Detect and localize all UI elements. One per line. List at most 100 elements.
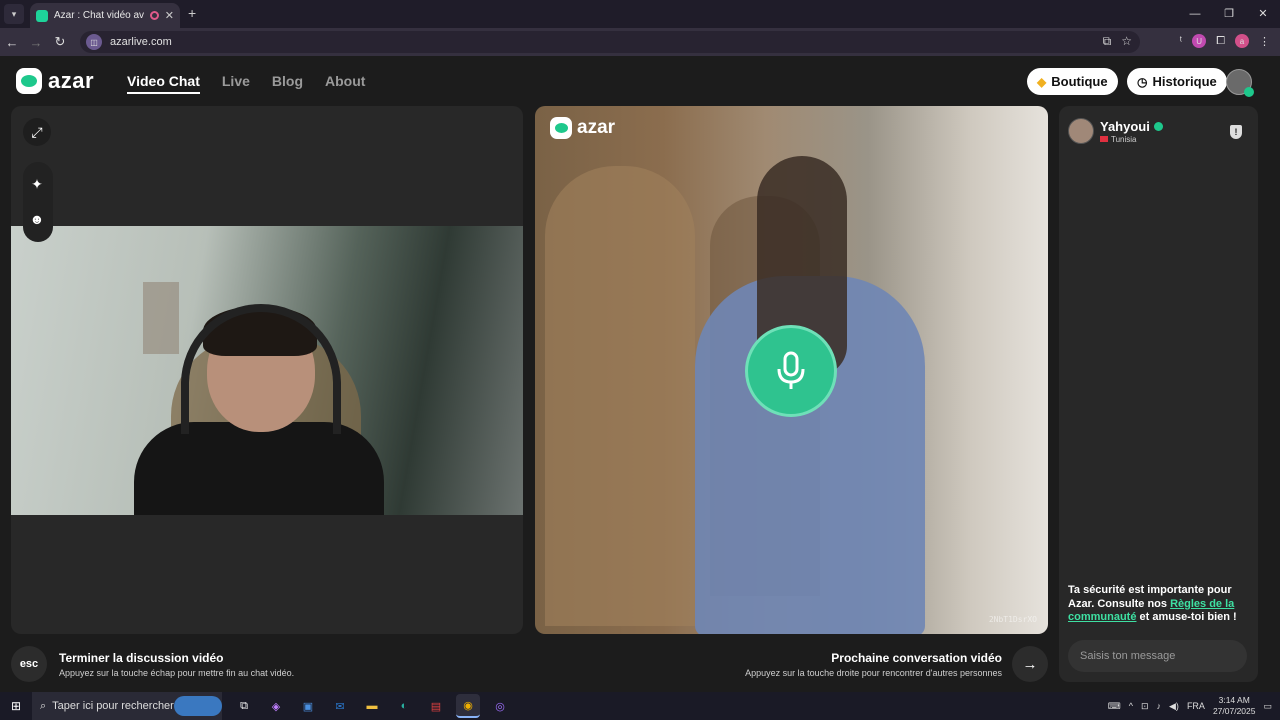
clock[interactable]: 3:14 AM 27/07/2025 bbox=[1213, 695, 1256, 717]
window-controls: — ❐ ✕ bbox=[1178, 0, 1280, 28]
browser-tab[interactable]: Azar : Chat vidéo avec de n ✕ bbox=[30, 3, 180, 28]
expand-icon[interactable]: ⤢ bbox=[23, 118, 51, 146]
tab-close-icon[interactable]: ✕ bbox=[165, 9, 174, 22]
nav-live[interactable]: Live bbox=[222, 73, 250, 94]
profile-avatar-icon[interactable]: a bbox=[1235, 34, 1249, 48]
forward-arrow-icon[interactable]: → bbox=[24, 35, 48, 50]
clock-time: 3:14 AM bbox=[1218, 695, 1250, 705]
copilot-icon[interactable]: ◈ bbox=[264, 694, 288, 718]
browser-menu-icon[interactable]: ⋮ bbox=[1259, 35, 1270, 48]
close-icon[interactable]: ✕ bbox=[1246, 0, 1280, 28]
extensions-area: ᵗ U ⧠ a ⋮ bbox=[1180, 34, 1270, 48]
recording-icon bbox=[149, 11, 159, 20]
install-app-icon[interactable]: ⧉ bbox=[1103, 34, 1112, 49]
partner-video-panel: azar 2NbT1DsrXO bbox=[535, 106, 1048, 634]
esc-key-button[interactable]: esc bbox=[11, 646, 47, 682]
clock-date: 27/07/2025 bbox=[1212, 706, 1256, 716]
minimize-icon[interactable]: — bbox=[1178, 0, 1212, 28]
system-tray: ⌨ ^ ⊡ ♪ ◀) FRA 3:14 AM 27/07/2025 ▭ bbox=[1108, 692, 1280, 720]
site-header: azar Video Chat Live Blog About ◆ Boutiq… bbox=[0, 56, 1280, 106]
network-icon[interactable]: ⊡ bbox=[1141, 701, 1149, 712]
main-nav: Video Chat Live Blog About bbox=[127, 73, 365, 94]
app-icon[interactable]: ▤ bbox=[424, 694, 448, 718]
tab-list-chevron-icon[interactable]: ▾ bbox=[4, 4, 24, 24]
microphone-icon[interactable] bbox=[745, 325, 837, 417]
site-info-icon[interactable]: ◫ bbox=[86, 34, 102, 50]
task-view-icon[interactable]: ⧉ bbox=[232, 694, 256, 718]
end-chat-title: Terminer la discussion vidéo bbox=[59, 650, 224, 665]
search-placeholder: Taper ici pour rechercher bbox=[52, 700, 174, 712]
azar-favicon-icon bbox=[36, 9, 48, 22]
bookmark-star-icon[interactable]: ☆ bbox=[1121, 34, 1132, 49]
watermark-text: azar bbox=[577, 117, 616, 138]
partner-azar-watermark: azar bbox=[550, 117, 615, 139]
file-explorer-icon[interactable]: ▬ bbox=[360, 694, 384, 718]
recorder-icon[interactable]: ◎ bbox=[488, 694, 512, 718]
new-tab-plus-icon[interactable]: + bbox=[188, 5, 196, 21]
self-video-panel: ⤢ ✦ ☻ bbox=[11, 106, 523, 634]
taskbar-search[interactable]: ⌕ Taper ici pour rechercher bbox=[32, 692, 222, 720]
restore-icon[interactable]: ❐ bbox=[1212, 0, 1246, 28]
room-id: 2NbT1DsrXO bbox=[988, 615, 1037, 624]
azar-logo-icon bbox=[550, 117, 572, 139]
windows-start-icon[interactable]: ⊞ bbox=[0, 699, 32, 713]
gem-icon: ◆ bbox=[1037, 74, 1047, 89]
peer-country: Tunisia bbox=[1111, 134, 1137, 144]
next-chat-title: Prochaine conversation vidéo bbox=[831, 650, 1002, 665]
avatar-status-badge bbox=[1244, 87, 1254, 97]
safety-notice: Ta sécurité est importante pour Azar. Co… bbox=[1068, 584, 1248, 625]
edge-icon[interactable]: ◐ bbox=[392, 694, 416, 718]
end-chat-control[interactable]: esc Terminer la discussion vidéo Appuyez… bbox=[11, 646, 294, 682]
windows-taskbar: ⊞ ⌕ Taper ici pour rechercher ⧉ ◈ ▣ ✉ ▬ … bbox=[0, 692, 1280, 720]
message-input[interactable]: Saisis ton message bbox=[1068, 640, 1247, 672]
omnibox-actions: ⧉ ☆ bbox=[1103, 34, 1132, 49]
tab-title: Azar : Chat vidéo avec de n bbox=[54, 10, 144, 21]
store-icon[interactable]: ▣ bbox=[296, 694, 320, 718]
microphone-tray-icon[interactable]: ♪ bbox=[1157, 701, 1162, 711]
extensions-puzzle-icon[interactable]: ⧠ bbox=[1216, 35, 1225, 48]
chrome-icon[interactable]: ◉ bbox=[456, 694, 480, 718]
notifications-icon[interactable]: ▭ bbox=[1263, 701, 1272, 712]
reload-icon[interactable]: ↻ bbox=[48, 34, 72, 50]
user-avatar[interactable] bbox=[1226, 69, 1254, 97]
historique-button[interactable]: ◷ Historique bbox=[1127, 68, 1227, 95]
tunisia-flag-icon bbox=[1100, 136, 1108, 142]
report-shield-icon[interactable]: ! bbox=[1230, 125, 1242, 139]
self-camera-feed bbox=[11, 226, 523, 515]
browser-tabbar: ▾ Azar : Chat vidéo avec de n ✕ + — ❐ ✕ bbox=[0, 0, 1280, 28]
next-chat-control[interactable]: Prochaine conversation vidéo Appuyez sur… bbox=[745, 646, 1048, 682]
next-arrow-icon[interactable]: → bbox=[1012, 646, 1048, 682]
nav-about[interactable]: About bbox=[325, 73, 365, 94]
language-indicator[interactable]: FRA bbox=[1187, 701, 1205, 711]
end-chat-hint: Appuyez sur la touche échap pour mettre … bbox=[59, 667, 295, 678]
boutique-label: Boutique bbox=[1051, 74, 1108, 89]
extension-u-icon[interactable]: U bbox=[1192, 34, 1207, 48]
peer-avatar bbox=[1068, 118, 1094, 144]
nav-blog[interactable]: Blog bbox=[272, 73, 303, 94]
boutique-button[interactable]: ◆ Boutique bbox=[1027, 68, 1118, 95]
clock-icon: ◷ bbox=[1137, 74, 1148, 89]
volume-icon[interactable]: ◀) bbox=[1169, 701, 1179, 712]
search-highlight-image bbox=[174, 696, 222, 716]
azar-app: azar Video Chat Live Blog About ◆ Boutiq… bbox=[0, 56, 1280, 692]
outlook-icon[interactable]: ✉ bbox=[328, 694, 352, 718]
taskbar-apps: ⧉ ◈ ▣ ✉ ▬ ◐ ▤ ◉ ◎ bbox=[232, 694, 512, 718]
historique-label: Historique bbox=[1152, 74, 1217, 89]
back-arrow-icon[interactable]: ← bbox=[0, 35, 24, 50]
sparkle-effects-icon[interactable]: ✦ bbox=[23, 170, 51, 198]
azar-logo-icon bbox=[16, 68, 42, 94]
show-hidden-icons-chevron-icon[interactable]: ^ bbox=[1129, 701, 1133, 711]
address-bar[interactable]: ◫ azarlive.com ⧉ ☆ bbox=[80, 31, 1140, 53]
extension-icon[interactable]: ᵗ bbox=[1180, 35, 1182, 47]
search-icon: ⌕ bbox=[40, 699, 47, 712]
azar-logo[interactable]: azar bbox=[16, 68, 94, 94]
next-chat-hint: Appuyez sur la touche droite pour rencon… bbox=[745, 667, 1002, 678]
safety-text-end: et amuse-toi bien ! bbox=[1136, 611, 1237, 623]
face-filter-icon[interactable]: ☻ bbox=[23, 205, 51, 233]
logo-text: azar bbox=[48, 68, 95, 93]
chat-panel: Yahyoui Tunisia ! Ta sécurité est import… bbox=[1059, 106, 1258, 682]
verified-icon bbox=[1153, 121, 1163, 131]
nav-video-chat[interactable]: Video Chat bbox=[127, 73, 200, 94]
keyboard-icon[interactable]: ⌨ bbox=[1108, 701, 1121, 712]
peer-info[interactable]: Yahyoui Tunisia bbox=[1068, 118, 1163, 144]
